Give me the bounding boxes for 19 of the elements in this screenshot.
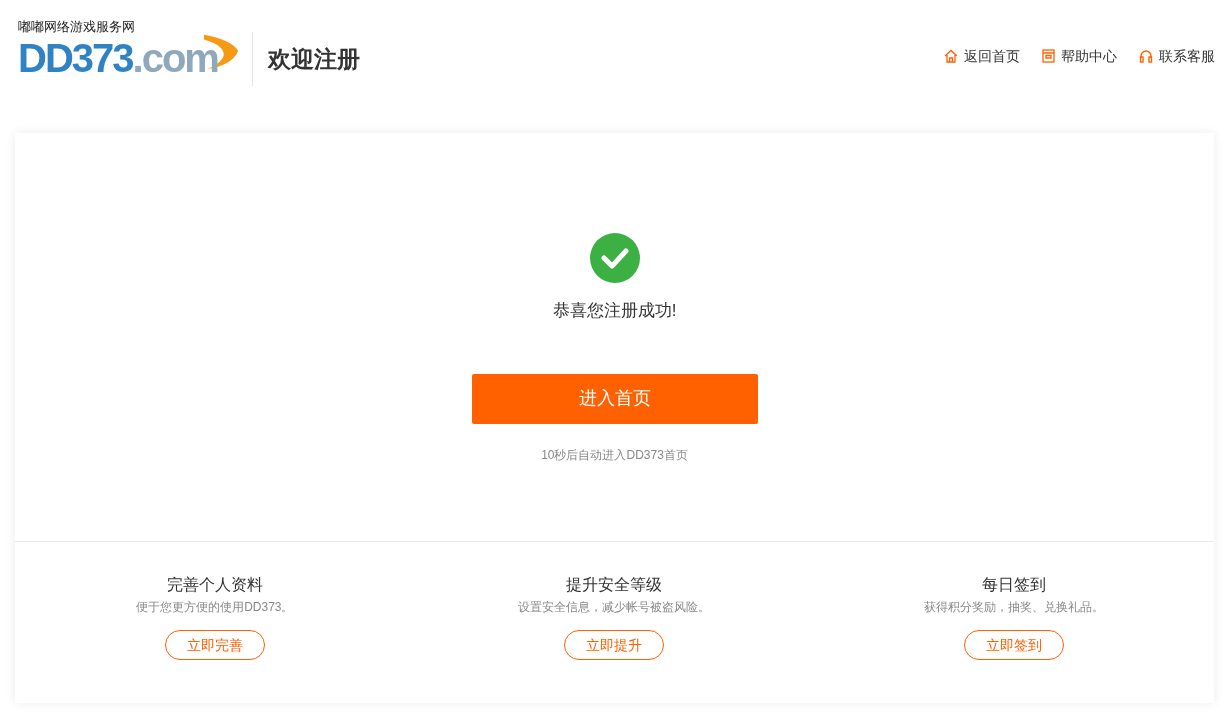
feature-description: 获得积分奖励，抽奖、兑换礼品。: [924, 599, 1105, 615]
feature-description: 便于您更方便的使用DD373。: [136, 599, 294, 615]
logo-wordmark: DD373.com: [18, 35, 218, 81]
feature-title: 完善个人资料: [166, 575, 263, 595]
nav-link[interactable]: 帮助中心: [1042, 45, 1117, 67]
site-logo[interactable]: 嘟嘟网络游戏服务网 DD373.com: [18, 19, 240, 99]
book-icon: [1042, 49, 1055, 63]
page-title: 欢迎注册: [268, 44, 360, 74]
feature-description: 设置安全信息，减少帐号被盗风险。: [518, 599, 711, 615]
redirect-hint: 10秒后自动进入DD373首页: [541, 446, 688, 464]
nav-link[interactable]: 返回首页: [944, 45, 1020, 67]
home-icon: [944, 49, 958, 63]
feature-title: 提升安全等级: [566, 575, 663, 595]
feature-title: 每日签到: [982, 575, 1047, 595]
nav-link[interactable]: 联系客服: [1139, 45, 1215, 67]
success-check-icon: [589, 233, 640, 283]
logo-tagline: 嘟嘟网络游戏服务网: [18, 19, 136, 35]
headset-icon: [1139, 49, 1153, 63]
success-message: 恭喜您注册成功!: [552, 300, 677, 322]
